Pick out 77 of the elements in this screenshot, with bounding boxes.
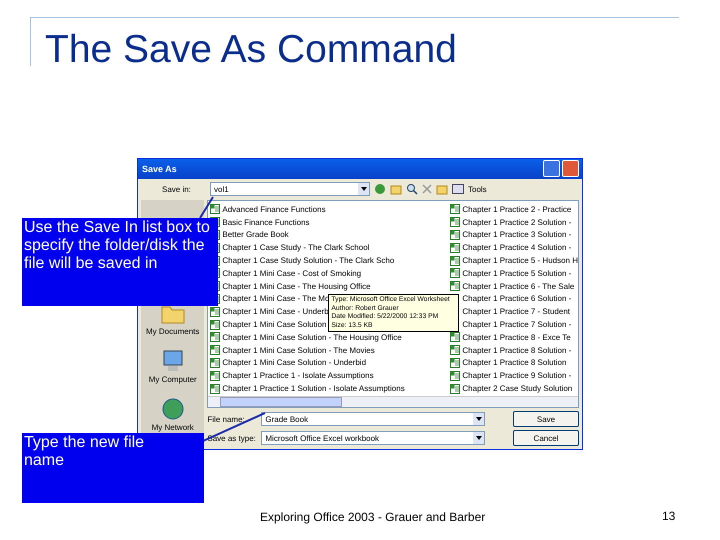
file-item[interactable]: Better Grade Book: [222, 230, 289, 240]
spreadsheet-icon: [210, 345, 220, 356]
spreadsheet-icon: [450, 384, 460, 394]
callout-text: Use the Save In list box to specify the folder/disk the file will be saved in: [24, 219, 210, 273]
spreadsheet-icon: [450, 268, 460, 278]
horizontal-scrollbar[interactable]: [208, 396, 578, 407]
spreadsheet-icon: [450, 281, 460, 292]
file-item[interactable]: Chapter 1 Mini Case Solution: [222, 320, 326, 330]
place-item[interactable]: My Computer: [148, 375, 197, 384]
spreadsheet-icon: [450, 204, 460, 214]
file-item[interactable]: Chapter 1 Practice 4 Solution -: [462, 243, 572, 252]
delete-icon[interactable]: [422, 184, 432, 194]
file-item[interactable]: Chapter 1 Mini Case - Cost of Smoking: [222, 268, 362, 278]
file-item[interactable]: Chapter 1 Practice 8 - Exce Te: [462, 332, 571, 342]
save-in-dropdown[interactable]: vol1: [210, 182, 370, 196]
file-item[interactable]: Chapter 1 Mini Case Solution - The Housing Office: [222, 332, 402, 342]
file-item[interactable]: Chapter 1 Mini Case - The Housing Office: [222, 282, 371, 291]
file-item[interactable]: Chapter 1 Practice 5 - Hudson H: [462, 256, 578, 266]
place-item[interactable]: My Network: [152, 423, 194, 432]
spreadsheet-icon: [450, 230, 460, 240]
views-icon[interactable]: [452, 184, 464, 194]
file-item[interactable]: Chapter 1 Practice 6 - The Sale: [462, 282, 574, 291]
caret-icon: [476, 436, 482, 440]
file-item[interactable]: Chapter 1 Practice 3 Solution -: [462, 230, 572, 240]
caret-icon: [360, 187, 366, 192]
file-item[interactable]: Chapter 1 Mini Case Solution - Underbid: [222, 358, 366, 368]
spreadsheet-icon: [210, 306, 220, 317]
back-icon[interactable]: [374, 183, 386, 196]
caret-icon: [476, 417, 482, 421]
page-number: 13: [662, 509, 676, 523]
spreadsheet-icon: [450, 242, 460, 253]
file-name-field[interactable]: Grade Book: [261, 412, 486, 426]
spreadsheet-icon: [450, 370, 460, 381]
close-button[interactable]: [562, 160, 579, 178]
file-item[interactable]: Chapter 1 Practice 1 Solution - Isolate Assumptions: [222, 384, 405, 394]
globe-icon: [160, 397, 186, 421]
spreadsheet-icon: [210, 204, 220, 214]
slide-footer: Exploring Office 2003 - Grauer and Barber: [260, 510, 486, 524]
file-item[interactable]: Chapter 1 Mini Case Solution - The Movies: [222, 346, 375, 355]
dialog-title: Save As: [142, 164, 177, 174]
cancel-button[interactable]: Cancel: [513, 430, 579, 446]
file-item[interactable]: Chapter 1 Practice 6 Solution -: [462, 294, 572, 304]
search-icon[interactable]: [406, 183, 418, 196]
file-item[interactable]: Basic Finance Functions: [222, 218, 310, 227]
spreadsheet-icon: [450, 217, 460, 228]
slide-title: The Save As Command: [45, 28, 457, 72]
save-as-type-dropdown[interactable]: Microsoft Office Excel workbook: [261, 431, 486, 445]
help-button[interactable]: [543, 160, 560, 178]
file-item[interactable]: Chapter 1 Practice 1 - Isolate Assumptions: [222, 371, 374, 380]
file-item[interactable]: Chapter 1 Practice 9 Solution -: [462, 371, 572, 380]
spreadsheet-icon: [210, 332, 220, 342]
save-in-label: Save in:: [162, 184, 192, 194]
file-name-label: File name:: [207, 414, 246, 424]
file-item[interactable]: Chapter 1 Practice 5 Solution -: [462, 268, 572, 278]
file-item[interactable]: Chapter 1 Practice 7 - Student: [462, 307, 570, 316]
file-item[interactable]: Advanced Finance Functions: [222, 204, 326, 214]
tools-menu[interactable]: Tools: [468, 184, 487, 194]
file-item[interactable]: Chapter 1 Case Study Solution - The Clark Scho: [222, 256, 394, 266]
file-item[interactable]: Chapter 1 Practice 8 Solution -: [462, 346, 572, 355]
file-item[interactable]: Chapter 1 Practice 2 Solution -: [462, 218, 572, 227]
spreadsheet-icon: [210, 320, 220, 330]
file-item[interactable]: Chapter 1 Practice 8 Solution: [462, 358, 566, 368]
spreadsheet-icon: [210, 370, 220, 381]
file-item[interactable]: Chapter 2 Case Study Solution: [462, 384, 572, 394]
file-item[interactable]: Chapter 1 Practice 2 - Practice: [462, 204, 572, 214]
place-item[interactable]: My Documents: [146, 327, 200, 336]
spreadsheet-icon: [450, 256, 460, 266]
spreadsheet-icon: [210, 358, 220, 368]
save-button[interactable]: Save: [513, 411, 579, 427]
spreadsheet-icon: [450, 332, 460, 342]
spreadsheet-icon: [450, 345, 460, 356]
file-item[interactable]: Chapter 1 Practice 7 Solution -: [462, 320, 572, 330]
spreadsheet-icon: [210, 384, 220, 394]
file-item[interactable]: Chapter 1 Mini Case - Underb: [222, 307, 329, 316]
spreadsheet-icon: [450, 358, 460, 368]
callout-text: Type the new file name: [24, 434, 146, 470]
file-item[interactable]: Chapter 1 Case Study - The Clark School: [222, 243, 370, 252]
